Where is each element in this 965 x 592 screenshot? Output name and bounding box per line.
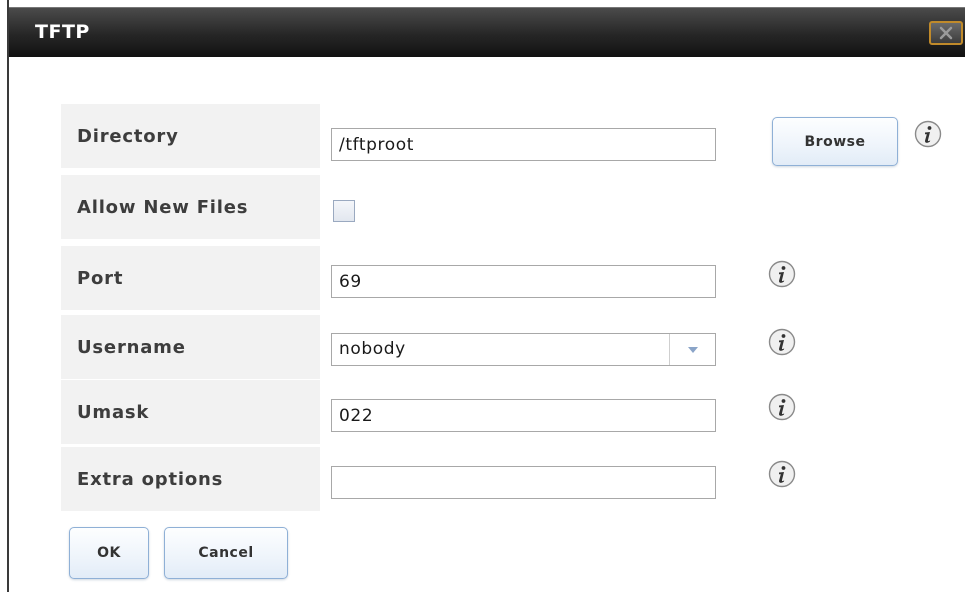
info-icon[interactable] xyxy=(768,393,796,421)
port-input[interactable] xyxy=(331,265,716,298)
extra-options-label: Extra options xyxy=(61,447,320,511)
info-icon[interactable] xyxy=(914,120,942,148)
browse-button[interactable]: Browse xyxy=(772,117,898,166)
allow-new-files-label: Allow New Files xyxy=(61,175,320,239)
ok-button[interactable]: OK xyxy=(69,527,149,579)
info-icon[interactable] xyxy=(768,328,796,356)
cancel-button[interactable]: Cancel xyxy=(164,527,288,579)
directory-input[interactable] xyxy=(331,128,716,161)
username-select-toggle[interactable] xyxy=(669,334,715,365)
close-button[interactable] xyxy=(929,21,963,45)
directory-label: Directory xyxy=(61,104,320,168)
window-edge xyxy=(0,0,9,592)
dialog-titlebar[interactable]: TFTP xyxy=(9,7,965,57)
port-label: Port xyxy=(61,246,320,310)
tftp-dialog: TFTP Directory Browse All xyxy=(9,7,965,592)
info-icon[interactable] xyxy=(768,260,796,288)
close-icon xyxy=(939,26,953,40)
username-select-value: nobody xyxy=(339,339,406,359)
chevron-down-icon xyxy=(687,346,698,353)
umask-input[interactable] xyxy=(331,399,716,432)
extra-options-input[interactable] xyxy=(331,466,716,499)
page: TFTP Directory Browse All xyxy=(0,0,965,592)
dialog-title: TFTP xyxy=(35,21,90,43)
umask-label: Umask xyxy=(61,380,320,444)
username-select[interactable]: nobody xyxy=(331,333,716,366)
info-icon[interactable] xyxy=(768,460,796,488)
username-label: Username xyxy=(61,315,320,379)
allow-new-files-checkbox[interactable] xyxy=(333,200,355,222)
